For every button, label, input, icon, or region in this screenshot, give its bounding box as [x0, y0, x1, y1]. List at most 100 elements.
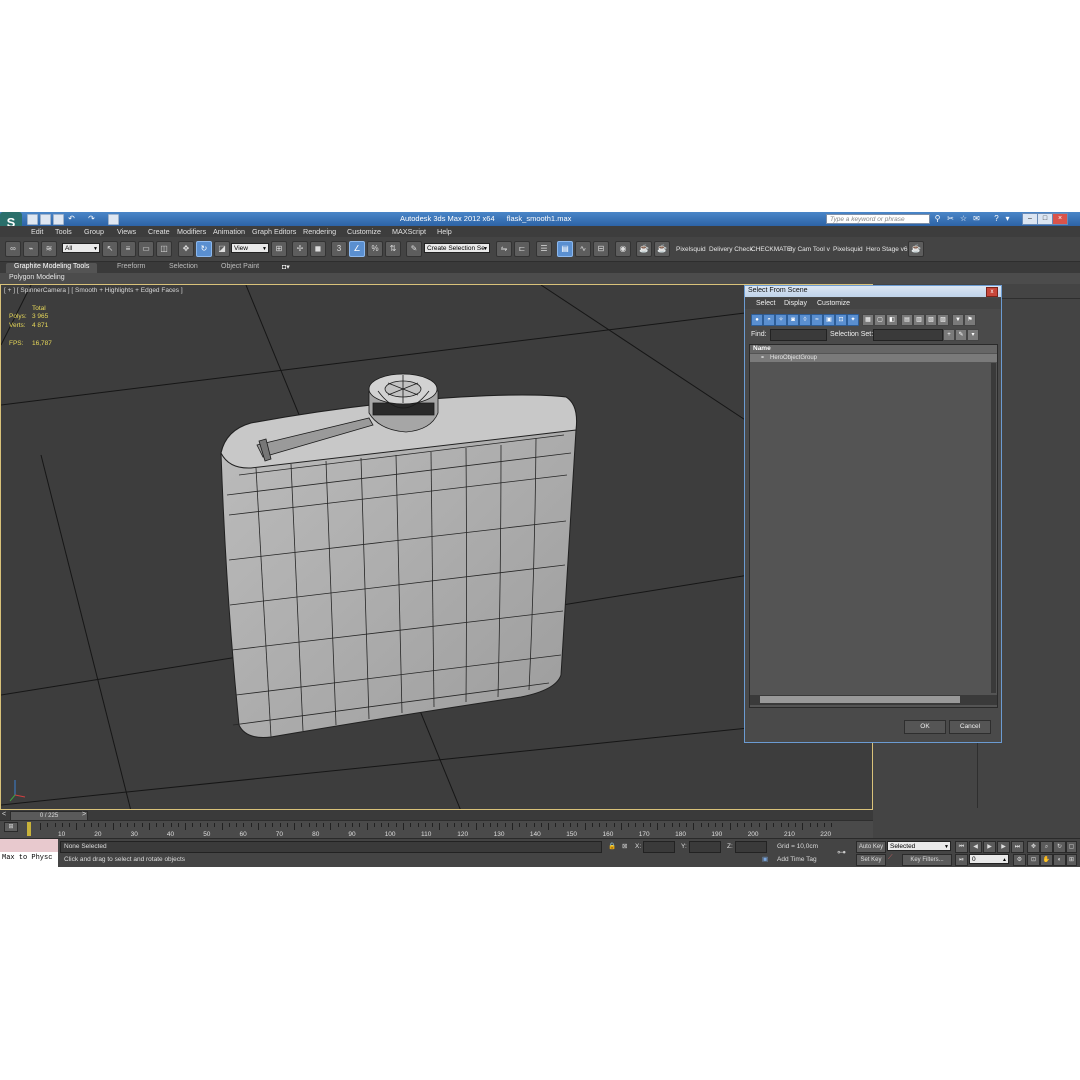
current-frame-field[interactable]: 0 ▲	[969, 854, 1009, 864]
keyboard-shortcut-icon[interactable]: ◼	[310, 241, 326, 257]
menu-customize[interactable]: Customize	[347, 227, 381, 236]
select-none-icon[interactable]: ▥	[913, 314, 925, 326]
pan-view-icon[interactable]: ✥	[1027, 841, 1040, 853]
list-item[interactable]: ⚭ HeroObjectGroup	[750, 354, 997, 362]
link-icon[interactable]: ∞	[5, 241, 21, 257]
ext-checkmate[interactable]: CHECKMATE	[751, 246, 791, 253]
auto-key-button[interactable]: Auto Key	[856, 841, 886, 853]
tab-graphite-modeling-tools[interactable]: Graphite Modeling Tools	[6, 263, 98, 273]
rect-selection-icon[interactable]: ▭	[138, 241, 154, 257]
close-button[interactable]: ×	[1052, 213, 1068, 225]
key-mode-icon[interactable]: ⏯	[955, 854, 968, 866]
select-invert-icon[interactable]: ▧	[925, 314, 937, 326]
display-groups-icon[interactable]: ▣	[823, 314, 835, 326]
selection-set-new-icon[interactable]: +	[943, 329, 955, 341]
scale-icon[interactable]: ◪	[214, 241, 230, 257]
tab-freeform[interactable]: Freeform	[117, 263, 145, 270]
select-by-name-icon[interactable]: ≡	[120, 241, 136, 257]
display-cameras-icon[interactable]: ◙	[787, 314, 799, 326]
dialog-menu-customize[interactable]: Customize	[817, 300, 850, 307]
key-filters-button[interactable]: Key Filters...	[902, 854, 952, 866]
dialog-menu-display[interactable]: Display	[784, 300, 807, 307]
ok-button[interactable]: OK	[904, 720, 946, 734]
time-config-icon[interactable]: ⚙	[1013, 854, 1026, 866]
unlink-icon[interactable]: ⌁	[23, 241, 39, 257]
field-of-view-icon[interactable]: ◐	[1053, 854, 1066, 866]
menu-group[interactable]: Group	[84, 227, 104, 236]
display-xrefs-icon[interactable]: ⊡	[835, 314, 847, 326]
menu-animation[interactable]: Animation	[213, 227, 245, 236]
ext-hero-stage[interactable]: Hero Stage v6	[866, 246, 908, 253]
align-icon[interactable]: ⊏	[514, 241, 530, 257]
percent-snap-icon[interactable]: %	[367, 241, 383, 257]
display-geometry-icon[interactable]: ●	[751, 314, 763, 326]
tab-object-paint[interactable]: Object Paint	[221, 263, 259, 270]
curve-editor-icon[interactable]: ∿	[575, 241, 591, 257]
display-invert-icon[interactable]: ◧	[886, 314, 898, 326]
go-to-end-icon[interactable]: ⏭	[1011, 841, 1024, 853]
selection-set-options-icon[interactable]: ▾	[967, 329, 979, 341]
current-frame-marker[interactable]	[27, 822, 31, 836]
key-icon[interactable]: ⊶	[837, 847, 846, 858]
ext-cam-tool[interactable]: uty Cam Tool v	[787, 246, 830, 253]
track-bar[interactable]: ⊞ 10 20 30 40 50 60 70 80 90 100 110 120 130 140 150 16…	[0, 820, 873, 839]
scrollbar-thumb[interactable]	[760, 696, 960, 703]
pivot-center-icon[interactable]: ⊞	[271, 241, 287, 257]
filter-icon[interactable]: ▼	[952, 314, 964, 326]
dialog-close-button[interactable]: x	[986, 287, 998, 297]
maximize-button[interactable]: □	[1037, 213, 1053, 225]
menu-create[interactable]: Create	[148, 227, 170, 236]
display-spacewarps-icon[interactable]: ≈	[811, 314, 823, 326]
time-tag-icon[interactable]: ▣	[762, 855, 768, 863]
teapot-icon[interactable]: ☕	[908, 241, 924, 257]
chevron-down-icon[interactable]: ▾	[1003, 214, 1012, 223]
column-header-name[interactable]: Name	[750, 345, 997, 353]
absolute-mode-icon[interactable]: ⊠	[622, 842, 627, 850]
undo-icon[interactable]: ↶	[67, 214, 76, 223]
find-input[interactable]	[770, 329, 827, 341]
new-file-icon[interactable]	[27, 214, 38, 225]
horizontal-scrollbar[interactable]	[750, 695, 997, 705]
add-time-tag[interactable]: Add Time Tag	[777, 856, 817, 863]
viewport[interactable]: [ + ] [ SpinnerCamera ] [ Smooth + Highl…	[0, 284, 873, 810]
walk-through-icon[interactable]: ✋	[1040, 854, 1053, 866]
redo-icon[interactable]: ↷	[87, 214, 96, 223]
maxscript-listener[interactable]: Max to Physc	[0, 839, 58, 867]
z-coord-field[interactable]	[735, 841, 767, 853]
spinner-snap-icon[interactable]: ⇅	[385, 241, 401, 257]
zoom-icon[interactable]: ⌕	[1040, 841, 1053, 853]
ribbon-options-icon[interactable]: ◘▾	[282, 263, 290, 271]
schematic-view-icon[interactable]: ⊟	[593, 241, 609, 257]
menu-tools[interactable]: Tools	[55, 227, 72, 236]
display-lights-icon[interactable]: ✧	[775, 314, 787, 326]
cancel-button[interactable]: Cancel	[949, 720, 991, 734]
select-dependents-icon[interactable]: ▨	[937, 314, 949, 326]
lock-icon[interactable]: 🔒	[608, 842, 616, 850]
layer-manager-icon[interactable]: ☰	[536, 241, 552, 257]
edit-named-selection-icon[interactable]: ✎	[406, 241, 422, 257]
material-editor-icon[interactable]: ◉	[615, 241, 631, 257]
y-coord-field[interactable]	[689, 841, 721, 853]
menu-views[interactable]: Views	[117, 227, 136, 236]
tab-selection[interactable]: Selection	[169, 263, 198, 270]
selection-set-select[interactable]	[873, 329, 943, 341]
open-file-icon[interactable]	[40, 214, 51, 225]
render-setup-icon[interactable]: ☕	[636, 241, 652, 257]
menu-help[interactable]: Help	[437, 227, 452, 236]
selection-filter-select[interactable]: All ▼	[62, 243, 100, 253]
scene-object-list[interactable]: Name ⚭ HeroObjectGroup	[749, 344, 998, 708]
time-prev-button[interactable]: <	[2, 811, 6, 818]
menu-edit[interactable]: Edit	[31, 227, 43, 236]
maxscript-input[interactable]	[0, 839, 58, 852]
go-to-start-icon[interactable]: ⏮	[955, 841, 968, 853]
save-file-icon[interactable]	[53, 214, 64, 225]
menu-rendering[interactable]: Rendering	[303, 227, 336, 236]
render-icon[interactable]: ☕	[654, 241, 670, 257]
angle-snap-icon[interactable]: ∠	[349, 241, 365, 257]
mirror-icon[interactable]: ⇋	[496, 241, 512, 257]
display-all-icon[interactable]: ▦	[862, 314, 874, 326]
vertical-scrollbar[interactable]	[991, 363, 996, 693]
window-crossing-icon[interactable]: ◫	[156, 241, 172, 257]
play-icon[interactable]: ▶	[983, 841, 996, 853]
dialog-title-bar[interactable]: Select From Scene x	[745, 286, 1001, 297]
